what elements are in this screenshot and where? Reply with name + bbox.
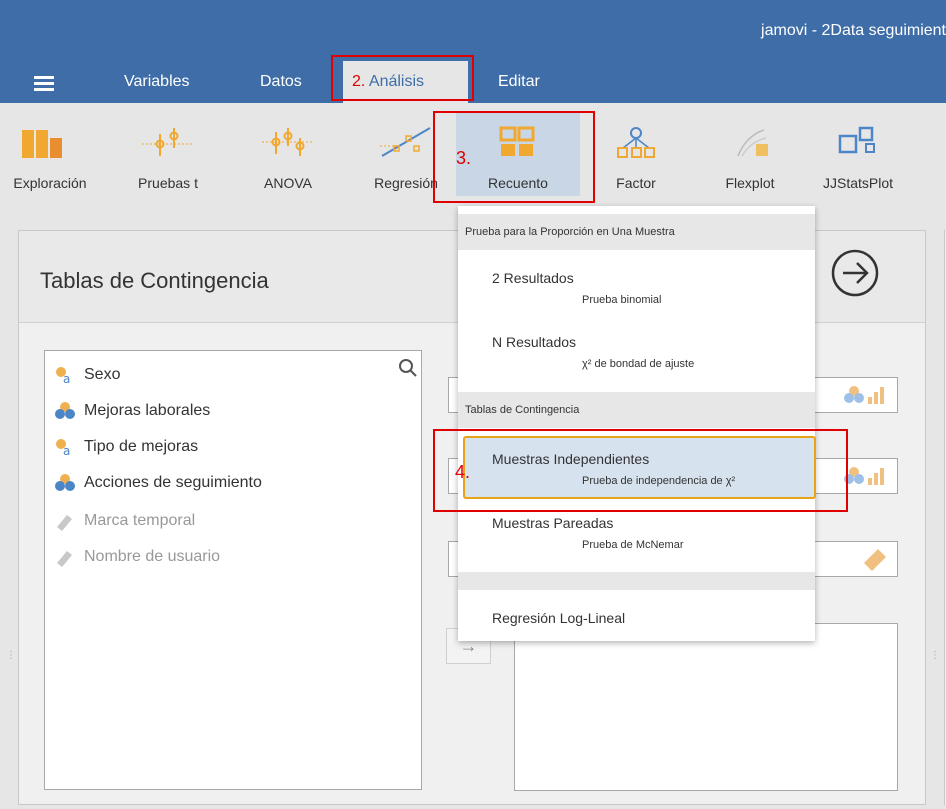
dropdown-group-header: Prueba para la Proporción en Una Muestra bbox=[458, 214, 815, 250]
ribbon-anova-button[interactable]: ANOVA bbox=[246, 112, 330, 196]
ribbon-label: Pruebas t bbox=[138, 175, 198, 191]
nominal-ordinal-allowed-icon bbox=[840, 383, 890, 407]
variable-name: Nombre de usuario bbox=[84, 548, 221, 565]
list-item[interactable]: Acciones de seguimiento bbox=[54, 468, 262, 498]
nominal-icon bbox=[55, 402, 75, 419]
menu-item-title: 2 Resultados bbox=[492, 270, 574, 286]
jjstatsplot-icon bbox=[838, 126, 875, 154]
regression-icon bbox=[380, 127, 431, 157]
svg-text:a: a bbox=[63, 444, 70, 457]
menu-item-n-resultados[interactable]: N Resultados χ² de bondad de ajuste bbox=[458, 334, 815, 384]
list-item: Marca temporal bbox=[54, 506, 195, 536]
menu-item-title: Muestras Pareadas bbox=[492, 515, 614, 531]
layers-target-box[interactable] bbox=[514, 623, 898, 791]
ribbon-label: Factor bbox=[616, 175, 656, 191]
flexplot-icon bbox=[737, 129, 768, 157]
menu-item-subtitle: χ² de bondad de ajuste bbox=[582, 358, 695, 370]
ribbon-factor-button[interactable]: Factor bbox=[594, 112, 678, 196]
annotation-box-4 bbox=[433, 429, 848, 512]
bar-chart-icon bbox=[22, 130, 62, 158]
resize-handle-left-icon[interactable]: ⋮ bbox=[6, 651, 16, 676]
annotation-box-2 bbox=[331, 55, 474, 101]
ribbon-label: JJStatsPlot bbox=[822, 175, 894, 191]
variable-name: Mejoras laborales bbox=[84, 402, 211, 419]
menu-item-muestras-pareadas[interactable]: Muestras Pareadas Prueba de McNemar bbox=[458, 515, 815, 565]
ribbon-label: Exploración bbox=[13, 175, 87, 191]
ribbon-pruebas-t-button[interactable]: Pruebas t bbox=[126, 112, 210, 196]
window-title: jamovi - 2Data seguimient bbox=[761, 22, 946, 39]
ribbon-flexplot-button[interactable]: Flexplot bbox=[708, 112, 792, 196]
dropdown-separator bbox=[458, 572, 815, 590]
menu-item-regresion-log-lineal[interactable]: Regresión Log-Lineal bbox=[458, 610, 815, 634]
menu-item-title: Regresión Log-Lineal bbox=[492, 610, 626, 626]
list-item[interactable]: a Tipo de mejoras bbox=[54, 432, 198, 462]
menu-item-title: N Resultados bbox=[492, 334, 577, 350]
tab-variables[interactable]: Variables bbox=[124, 73, 190, 91]
variable-name: Acciones de seguimiento bbox=[84, 474, 262, 491]
ribbon-label: ANOVA bbox=[264, 175, 312, 191]
hamburger-menu-icon[interactable] bbox=[34, 76, 54, 92]
nominal-text-icon: a bbox=[56, 367, 70, 385]
dropdown-group-header: Tablas de Contingencia bbox=[458, 392, 815, 428]
list-item[interactable]: Mejoras laborales bbox=[54, 396, 210, 426]
resize-handle-right-icon[interactable]: ⋮ bbox=[930, 651, 940, 676]
nominal-text-icon: a bbox=[56, 439, 70, 457]
list-item[interactable]: a Sexo bbox=[54, 360, 120, 390]
ribbon-jjstatsplot-button[interactable]: JJStatsPlot bbox=[816, 112, 900, 196]
variable-name: Sexo bbox=[84, 366, 121, 383]
panel-title: Tablas de Contingencia bbox=[40, 268, 269, 293]
id-icon bbox=[57, 515, 72, 531]
id-icon bbox=[57, 551, 72, 567]
variable-name: Tipo de mejoras bbox=[84, 438, 199, 455]
tab-editar[interactable]: Editar bbox=[498, 73, 540, 91]
anova-icon bbox=[262, 128, 314, 156]
search-icon[interactable] bbox=[398, 358, 418, 378]
svg-text:a: a bbox=[63, 372, 70, 385]
ribbon-label: Flexplot bbox=[725, 175, 775, 191]
ribbon-exploracion-button[interactable]: Exploración bbox=[8, 112, 92, 196]
nominal-icon bbox=[55, 474, 75, 491]
run-arrow-icon[interactable] bbox=[830, 248, 880, 298]
menu-item-2-resultados[interactable]: 2 Resultados Prueba binomial bbox=[458, 270, 815, 320]
menu-item-subtitle: Prueba binomial bbox=[582, 294, 662, 306]
annotation-4: 4. bbox=[455, 462, 471, 482]
menu-item-subtitle: Prueba de McNemar bbox=[582, 539, 684, 551]
t-test-icon bbox=[142, 128, 194, 156]
variable-name: Marca temporal bbox=[84, 512, 196, 529]
annotation-3: 3. bbox=[456, 148, 472, 168]
tab-datos[interactable]: Datos bbox=[260, 73, 302, 91]
list-item: Nombre de usuario bbox=[54, 542, 220, 572]
ruler-icon bbox=[862, 547, 888, 571]
factor-icon bbox=[617, 127, 655, 158]
